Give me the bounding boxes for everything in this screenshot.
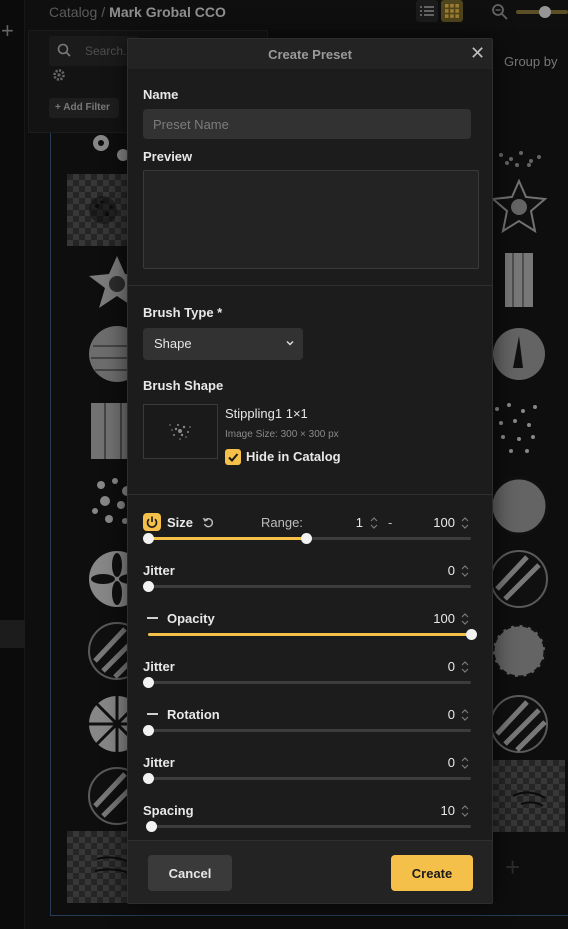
hide-in-catalog-checkbox[interactable] — [225, 449, 241, 465]
rotation-value[interactable]: 0 — [423, 707, 455, 722]
brush-shape-name: Stippling1 1×1 — [225, 406, 308, 421]
opacity-slider-fill — [148, 633, 471, 636]
stepper-icon[interactable] — [461, 659, 469, 675]
opacity-value[interactable]: 100 — [423, 611, 455, 626]
stepper-icon[interactable] — [461, 755, 469, 771]
size-jitter-value[interactable]: 0 — [423, 563, 455, 578]
spacing-label: Spacing — [143, 803, 194, 818]
reset-icon[interactable] — [202, 516, 215, 529]
opacity-slider-handle[interactable] — [466, 629, 477, 640]
checkmark-icon — [228, 453, 239, 462]
rotation-jitter-label: Jitter — [143, 755, 175, 770]
size-jitter-slider-handle[interactable] — [143, 581, 154, 592]
size-min-value[interactable]: 1 — [353, 515, 363, 530]
opacity-jitter-slider[interactable] — [143, 677, 471, 688]
spacing-slider[interactable] — [146, 821, 471, 832]
size-slider-min-handle[interactable] — [143, 533, 154, 544]
opacity-jitter-control: Jitter 0 — [128, 659, 492, 709]
create-button[interactable]: Create — [391, 855, 473, 891]
dialog-title: Create Preset — [268, 47, 352, 62]
brush-type-value: Shape — [154, 336, 192, 351]
size-label: Size — [167, 515, 194, 530]
close-icon[interactable]: ✕ — [470, 44, 485, 62]
opacity-control: Opacity 100 — [128, 611, 492, 661]
dialog-footer: Cancel Create — [128, 840, 492, 903]
rotation-slider[interactable] — [143, 725, 471, 736]
stepper-icon[interactable] — [461, 563, 469, 579]
divider — [128, 285, 492, 286]
size-max-value[interactable]: 100 — [423, 515, 455, 530]
rotation-control: Rotation 0 — [128, 707, 492, 757]
opacity-jitter-value[interactable]: 0 — [423, 659, 455, 674]
rotation-jitter-slider-handle[interactable] — [143, 773, 154, 784]
spacing-slider-handle[interactable] — [146, 821, 158, 832]
size-jitter-label: Jitter — [143, 563, 175, 578]
stepper-icon[interactable] — [370, 515, 378, 531]
size-slider-max-handle[interactable] — [301, 533, 313, 544]
preview-label: Preview — [143, 149, 193, 164]
range-dash: - — [388, 515, 393, 530]
app-root: + Catalog / Mark Grobal CCO Search... + Ad… — [0, 0, 568, 929]
chevron-down-icon — [286, 340, 294, 346]
size-jitter-slider[interactable] — [143, 581, 471, 592]
rotation-jitter-control: Jitter 0 — [128, 755, 492, 805]
preview-area — [143, 170, 479, 269]
minus-icon[interactable] — [147, 617, 158, 619]
pressure-toggle-button[interactable] — [143, 513, 161, 531]
brush-shape-thumbnail[interactable] — [143, 404, 218, 459]
create-preset-dialog: Create Preset ✕ Name Preview Brush Type … — [127, 38, 493, 904]
opacity-slider[interactable] — [148, 629, 477, 640]
brush-type-select[interactable]: Shape — [143, 328, 303, 360]
preset-name-input[interactable] — [143, 109, 471, 139]
spacing-value[interactable]: 10 — [423, 803, 455, 818]
image-size-text: Image Size: 300 × 300 px — [225, 429, 339, 440]
rotation-jitter-slider[interactable] — [143, 773, 471, 784]
range-label: Range: — [261, 515, 303, 530]
brush-type-label: Brush Type * — [143, 305, 223, 320]
opacity-label: Opacity — [167, 611, 215, 626]
size-slider-fill — [148, 537, 307, 540]
rotation-slider-handle[interactable] — [143, 725, 154, 736]
stepper-icon[interactable] — [461, 515, 469, 531]
hide-in-catalog-label[interactable]: Hide in Catalog — [246, 449, 341, 464]
opacity-jitter-label: Jitter — [143, 659, 175, 674]
power-icon — [146, 516, 158, 528]
rotation-label: Rotation — [167, 707, 220, 722]
cancel-button[interactable]: Cancel — [148, 855, 232, 891]
minus-icon[interactable] — [147, 713, 158, 715]
rotation-jitter-value[interactable]: 0 — [423, 755, 455, 770]
size-slider[interactable] — [143, 533, 471, 544]
stepper-icon[interactable] — [461, 707, 469, 723]
name-label: Name — [143, 87, 179, 102]
divider — [128, 494, 492, 495]
brush-shape-label: Brush Shape — [143, 378, 224, 393]
size-jitter-control: Jitter 0 — [128, 563, 492, 613]
stepper-icon[interactable] — [461, 803, 469, 819]
stepper-icon[interactable] — [461, 611, 469, 627]
size-control: Size Range: 1 - 100 — [128, 513, 492, 565]
opacity-jitter-slider-handle[interactable] — [143, 677, 154, 688]
